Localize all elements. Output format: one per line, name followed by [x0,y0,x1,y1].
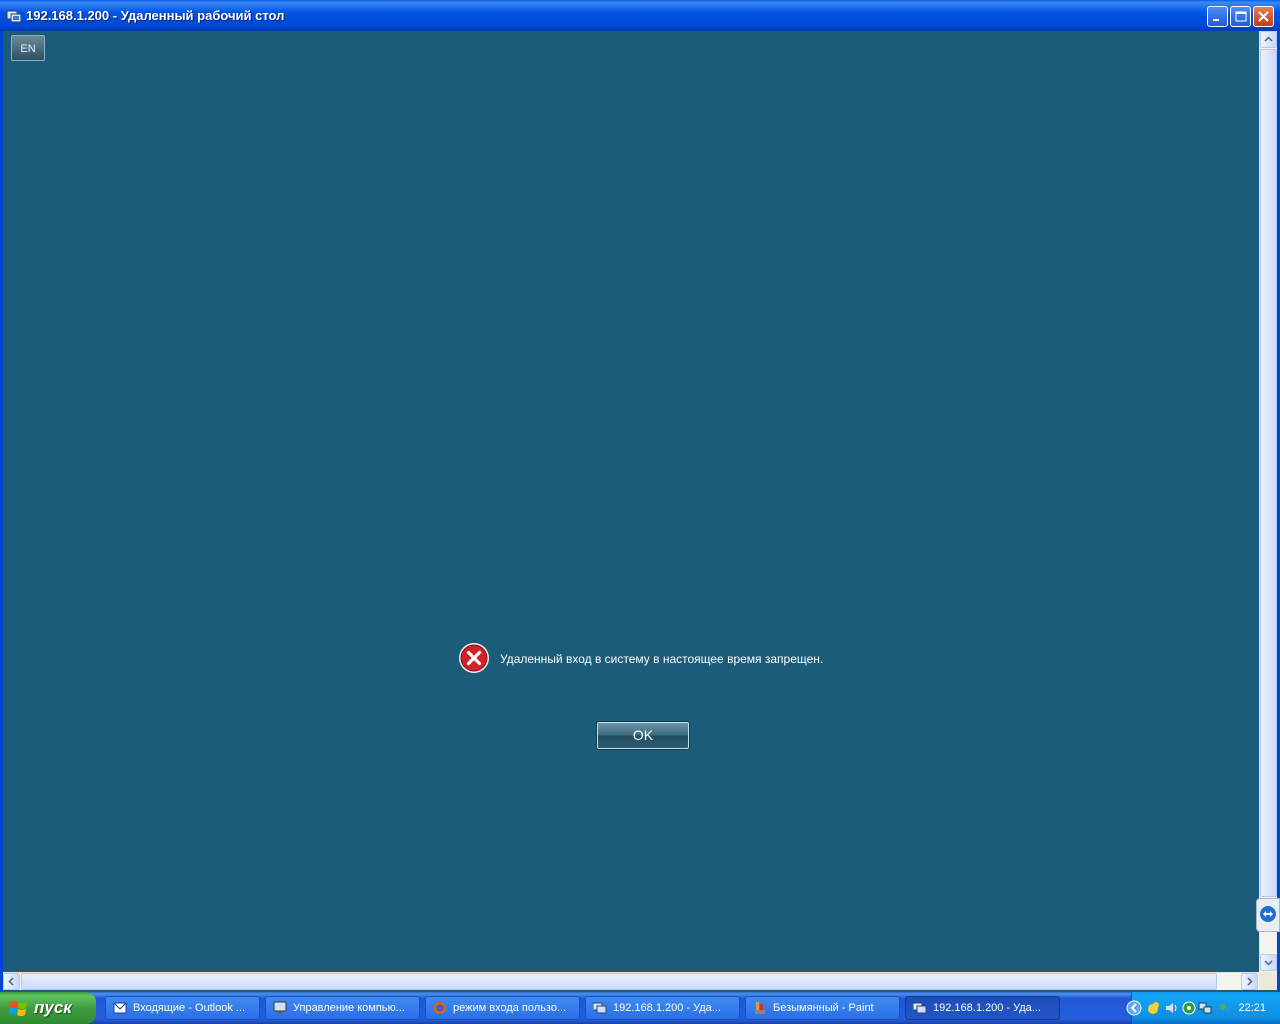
scroll-up-button[interactable] [1260,31,1277,48]
error-message: Удаленный вход в систему в настоящее вре… [500,652,824,666]
messenger-icon[interactable] [1218,1001,1232,1015]
scroll-left-button[interactable] [3,973,20,990]
scroll-right-button[interactable] [1241,973,1258,990]
task-label: Безымянный - Paint [773,1002,874,1014]
window-title-bar[interactable]: 192.168.1.200 - Удаленный рабочий стол [0,0,1280,31]
status-green-icon[interactable] [1182,1001,1196,1015]
ok-button[interactable]: OK [597,722,689,749]
taskbar: пуск Входящие - Outlook ... Управление к… [0,992,1280,1024]
teamviewer-panel-tab[interactable] [1256,898,1280,932]
maximize-button[interactable] [1230,6,1251,27]
outlook-icon [113,1002,127,1014]
taskbar-item-paint[interactable]: Безымянный - Paint [745,996,900,1020]
resize-grip[interactable] [1259,972,1277,990]
remote-desktop-area[interactable]: EN Удаленный вход в систему в настоящее … [3,31,1259,972]
system-tray: 22:21 [1126,992,1280,1024]
remote-desktop-icon [593,1002,607,1014]
teamviewer-icon [1260,906,1276,922]
taskbar-item-firefox[interactable]: режим входа пользо... [425,996,580,1020]
taskbar-clock[interactable]: 22:21 [1238,1002,1266,1014]
minimize-button[interactable] [1207,6,1228,27]
close-button[interactable] [1253,6,1274,27]
chevron-left-icon [8,977,14,986]
horizontal-scroll-thumb[interactable] [21,973,1217,990]
duck-icon[interactable] [1146,1001,1160,1015]
error-icon [459,643,489,673]
close-icon [1258,11,1269,22]
start-button[interactable]: пуск [0,992,96,1024]
window-title: 192.168.1.200 - Удаленный рабочий стол [26,8,285,23]
volume-icon[interactable] [1164,1001,1178,1015]
maximize-icon [1235,11,1247,22]
computer-management-icon [273,1001,287,1014]
chevron-up-icon [1264,36,1273,42]
vertical-scrollbar[interactable] [1259,31,1277,972]
taskbar-item-remote-desktop-1[interactable]: 192.168.1.200 - Уда... [585,996,740,1020]
tray-collapse-icon[interactable] [1126,1000,1142,1016]
scroll-down-button[interactable] [1260,954,1277,971]
windows-logo-icon [9,1001,27,1016]
task-label: Входящие - Outlook ... [133,1002,246,1014]
taskbar-item-remote-desktop-2[interactable]: 192.168.1.200 - Уда... [905,996,1060,1020]
start-label: пуск [34,998,72,1017]
task-label: 192.168.1.200 - Уда... [933,1002,1041,1014]
remote-desktop-icon [6,10,22,23]
chevron-down-icon [1264,960,1273,966]
remote-desktop-icon [913,1002,927,1014]
firefox-icon [434,1002,446,1014]
taskbar-item-outlook[interactable]: Входящие - Outlook ... [105,996,260,1020]
network-icon[interactable] [1198,1001,1212,1015]
horizontal-scrollbar[interactable] [3,972,1259,990]
task-label: режим входа пользо... [453,1002,567,1014]
taskbar-item-computer-management[interactable]: Управление компью... [265,996,420,1020]
language-indicator-button[interactable]: EN [11,35,45,61]
task-label: Управление компью... [293,1002,405,1014]
chevron-right-icon [1247,977,1253,986]
paint-icon [755,1002,765,1014]
minimize-icon [1213,19,1219,21]
task-label: 192.168.1.200 - Уда... [613,1002,721,1014]
vertical-scroll-thumb[interactable] [1260,49,1277,897]
